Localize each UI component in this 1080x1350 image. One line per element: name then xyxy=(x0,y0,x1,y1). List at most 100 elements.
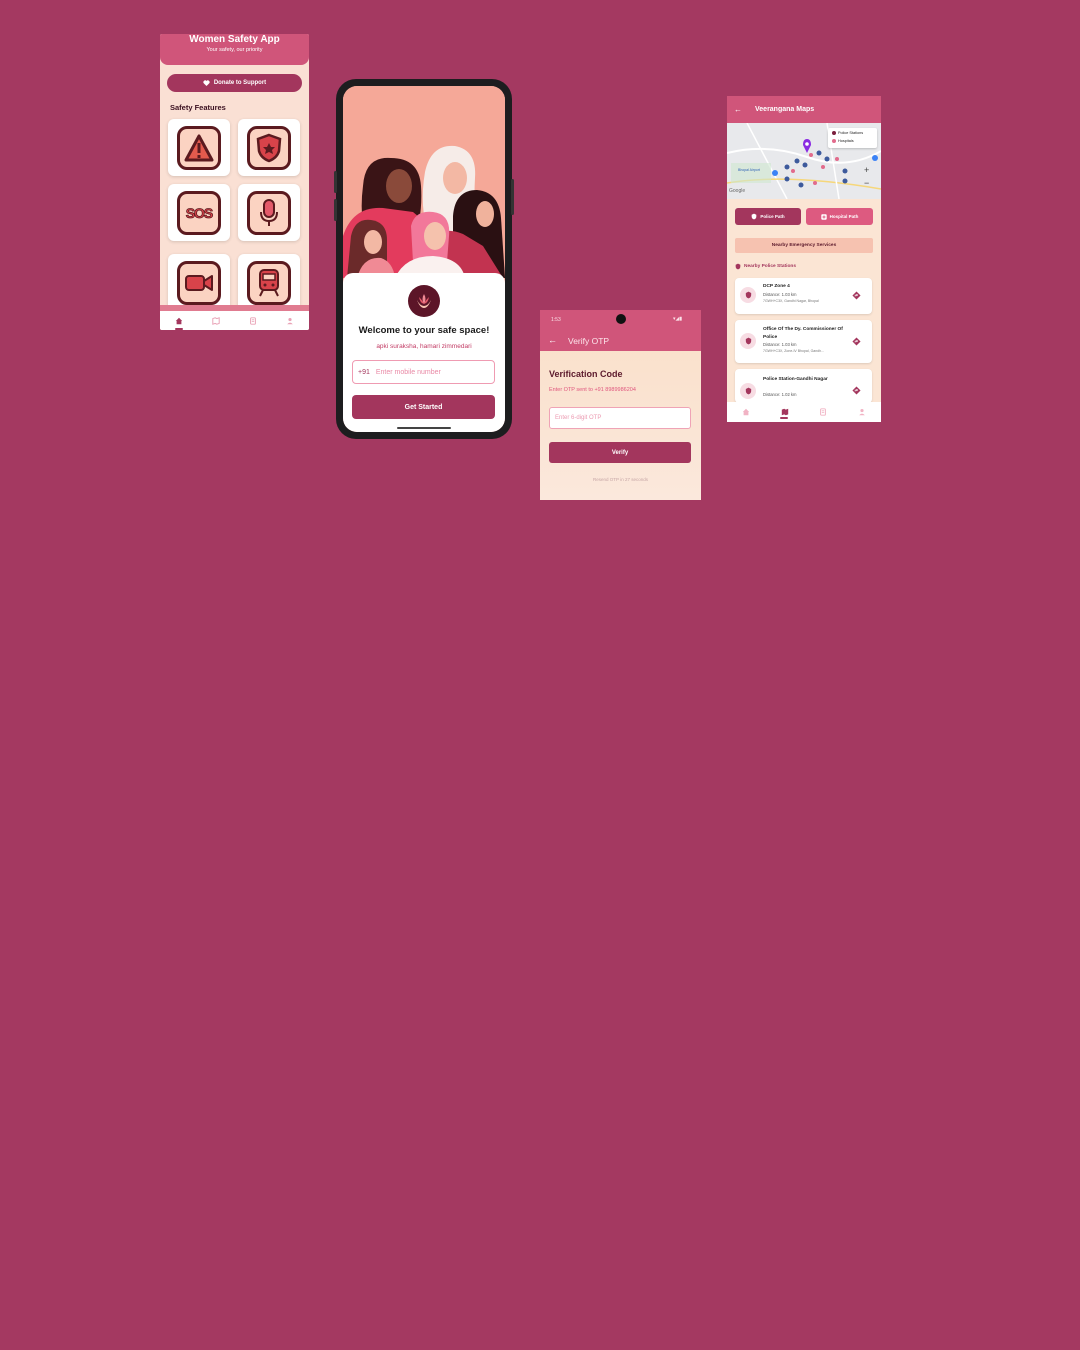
station-address: 7GWH+C3X, Gandhi Nagar, Bhopal xyxy=(763,299,819,303)
home-icon[interactable] xyxy=(742,408,750,416)
legend-hospital-dot xyxy=(832,139,836,143)
police-section-label: Nearby Police Stations xyxy=(744,264,796,269)
hospital-path-button[interactable]: Hospital Path xyxy=(806,208,873,225)
legend-police-dot xyxy=(832,131,836,135)
map-view[interactable]: Bhopal Airport Google Police Stations Ho… xyxy=(727,123,881,199)
airport-label: Bhopal Airport xyxy=(738,168,760,172)
maps-app-bar: ← Veerangana Maps xyxy=(727,96,881,123)
directions-icon[interactable] xyxy=(852,386,861,395)
donate-button[interactable]: Donate to Support xyxy=(167,74,302,92)
section-title: Safety Features xyxy=(170,103,226,112)
profile-icon[interactable] xyxy=(858,408,866,416)
map-legend: Police Stations Hospitals xyxy=(828,128,877,148)
feature-voice[interactable] xyxy=(238,184,300,241)
police-badge-icon xyxy=(247,125,291,170)
heart-icon xyxy=(203,80,210,86)
otp-title: Verify OTP xyxy=(568,336,610,346)
hospital-icon xyxy=(820,213,827,220)
station-distance: Distance: 1.03 km xyxy=(763,342,797,347)
legend-hospitals: Hospitals xyxy=(832,139,854,143)
zoom-out-button[interactable]: − xyxy=(864,178,869,188)
feature-video[interactable] xyxy=(168,254,230,311)
phone-input-field[interactable]: +91 Enter mobile number xyxy=(352,360,495,384)
nearby-services-banner: Nearby Emergency Services xyxy=(735,238,873,253)
country-code: +91 xyxy=(358,368,370,376)
app-subtitle: Your safety, our priority xyxy=(206,47,263,53)
verify-button[interactable]: Verify xyxy=(549,442,691,463)
get-started-button[interactable]: Get Started xyxy=(352,395,495,419)
station-icon xyxy=(740,383,756,399)
station-name: Police Station-Gandhi Nagar xyxy=(763,377,828,382)
video-camera-icon xyxy=(177,260,221,305)
station-card[interactable]: DCP Zone 4 Distance: 1.03 km 7GWH+C3X, G… xyxy=(735,278,872,314)
home-screen: Women Safety App Your safety, our priori… xyxy=(160,34,309,330)
phone-mockup: Welcome to your safe space! apki suraksh… xyxy=(334,79,514,439)
police-shield-icon xyxy=(735,263,741,270)
zoom-in-button[interactable]: + xyxy=(864,165,869,175)
warning-icon xyxy=(177,125,221,170)
back-arrow-icon[interactable]: ← xyxy=(734,105,742,114)
book-icon[interactable] xyxy=(819,408,827,416)
police-path-label: Police Path xyxy=(760,214,785,219)
maps-title: Veerangana Maps xyxy=(755,106,815,113)
status-icons: ▾◢▮ xyxy=(673,316,683,322)
shield-icon xyxy=(745,387,751,395)
station-distance: Distance: 1.02 km xyxy=(763,392,797,397)
back-arrow-icon[interactable]: ← xyxy=(548,335,557,345)
directions-icon[interactable] xyxy=(852,291,861,300)
status-time: 1:53 xyxy=(551,317,561,323)
shield-icon xyxy=(752,213,757,220)
station-name: DCP Zone 4 xyxy=(763,284,790,289)
home-icon[interactable] xyxy=(175,317,183,325)
station-name: Office Of The Dy. Commissioner Of Police xyxy=(763,327,843,340)
app-logo xyxy=(408,285,440,317)
map-icon[interactable] xyxy=(781,408,789,416)
feature-transport[interactable] xyxy=(238,254,300,311)
welcome-heading: Welcome to your safe space! xyxy=(358,325,490,336)
legend-hospital-label: Hospitals xyxy=(838,139,854,143)
sos-label: SOS xyxy=(185,204,213,221)
station-address: 7GWH+C3X, Zone-IV Bhopal, Gandh... xyxy=(763,349,824,353)
feature-sos[interactable]: SOS xyxy=(168,184,230,241)
otp-sent-to: Enter OTP sent to +91 8989986204 xyxy=(549,387,636,393)
women-illustration xyxy=(343,86,505,278)
otp-placeholder: Enter 6-digit OTP xyxy=(555,415,602,421)
train-icon xyxy=(247,260,291,305)
legend-police: Police Stations xyxy=(832,131,863,135)
directions-icon[interactable] xyxy=(852,337,861,346)
legend-police-label: Police Stations xyxy=(838,131,864,135)
profile-icon[interactable] xyxy=(286,317,294,325)
feature-warning[interactable] xyxy=(168,119,230,176)
microphone-icon xyxy=(247,190,291,235)
welcome-screen: Welcome to your safe space! apki suraksh… xyxy=(343,86,505,432)
volume-down-button xyxy=(334,199,337,221)
lotus-hands-icon xyxy=(417,294,431,308)
volume-up-button xyxy=(334,171,337,193)
shield-icon xyxy=(745,291,751,299)
station-distance: Distance: 1.03 km xyxy=(763,292,797,297)
map-icon[interactable] xyxy=(212,316,220,325)
active-tab-indicator xyxy=(175,328,183,330)
station-icon xyxy=(740,333,756,349)
otp-input[interactable]: Enter 6-digit OTP xyxy=(549,407,691,429)
police-section-header: Nearby Police Stations xyxy=(735,263,796,270)
app-title: Women Safety App xyxy=(189,34,280,45)
feature-police[interactable] xyxy=(238,119,300,176)
station-icon xyxy=(740,287,756,303)
welcome-card: Welcome to your safe space! apki suraksh… xyxy=(343,273,505,432)
otp-app-bar: 1:53 ▾◢▮ ← Verify OTP xyxy=(540,310,701,351)
verification-heading: Verification Code xyxy=(549,369,623,379)
phone-placeholder: Enter mobile number xyxy=(375,368,441,376)
welcome-tagline: apki suraksha, hamari zimmedari xyxy=(376,343,472,350)
bottom-nav xyxy=(727,402,881,422)
home-indicator xyxy=(397,427,451,429)
station-card[interactable]: Police Station-Gandhi Nagar Distance: 1.… xyxy=(735,369,872,403)
resend-timer: Resend OTP in 27 seconds xyxy=(593,477,648,482)
police-path-button[interactable]: Police Path xyxy=(735,208,801,225)
active-tab-indicator xyxy=(780,417,788,419)
google-logo: Google xyxy=(729,188,746,194)
power-button xyxy=(511,179,514,215)
maps-screen: ← Veerangana Maps Bhopal Airport Google … xyxy=(727,96,881,422)
book-icon[interactable] xyxy=(249,316,257,325)
station-card[interactable]: Office Of The Dy. Commissioner Of Police… xyxy=(735,320,872,363)
